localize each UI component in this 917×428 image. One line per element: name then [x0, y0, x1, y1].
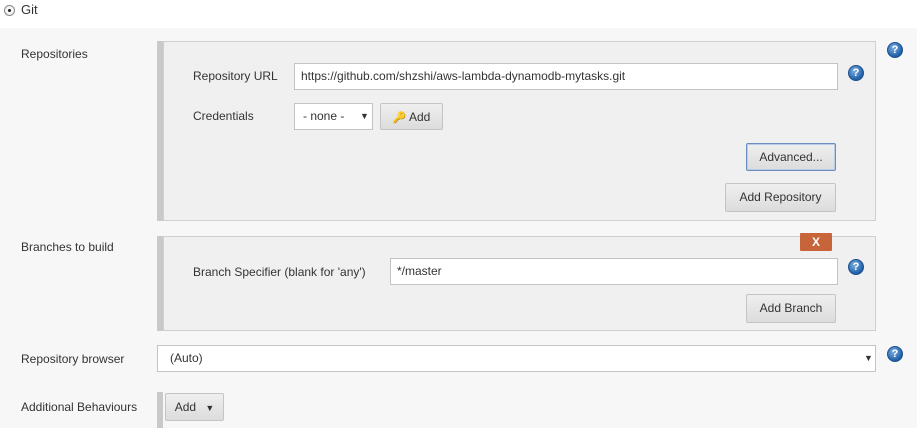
add-branch-button[interactable]: Add Branch: [746, 294, 836, 323]
delete-branch-button[interactable]: X: [800, 233, 832, 251]
branch-specifier-input[interactable]: */master: [390, 258, 838, 285]
key-icon: 🔑: [392, 112, 407, 124]
repository-url-help-icon[interactable]: ?: [848, 65, 864, 81]
add-credentials-button[interactable]: 🔑 Add: [380, 103, 443, 130]
branch-specifier-label: Branch Specifier (blank for 'any'): [193, 265, 366, 279]
additional-behaviours-label: Additional Behaviours: [21, 400, 138, 414]
chevron-down-icon: ▼: [205, 403, 215, 413]
repositories-help-icon[interactable]: ?: [887, 42, 903, 58]
repository-browser-select[interactable]: (Auto) ▼: [157, 345, 876, 372]
repository-url-label: Repository URL: [193, 69, 278, 83]
repository-browser-label: Repository browser: [21, 352, 125, 366]
branches-to-build-label: Branches to build: [21, 240, 114, 254]
branch-specifier-help-icon[interactable]: ?: [848, 259, 864, 275]
chevron-down-icon: ▼: [864, 353, 873, 363]
add-repository-button[interactable]: Add Repository: [725, 183, 836, 212]
add-credentials-label: Add: [409, 110, 431, 124]
repository-url-input[interactable]: https://github.com/shzshi/aws-lambda-dyn…: [294, 63, 838, 90]
scm-git-radio[interactable]: [4, 5, 15, 16]
add-behaviour-button[interactable]: Add ▼: [165, 393, 224, 421]
repositories-label: Repositories: [21, 47, 88, 61]
credentials-select[interactable]: - none - ▼: [294, 103, 373, 130]
scm-option-row: [0, 0, 917, 28]
chevron-down-icon: ▼: [360, 111, 369, 121]
radio-selected-dot: [8, 9, 11, 12]
add-behaviour-label: Add: [174, 400, 197, 414]
credentials-label: Credentials: [193, 109, 254, 123]
repository-browser-selected-value: (Auto): [170, 351, 203, 365]
additional-behaviours-bar: [157, 392, 163, 428]
scm-git-label: Git: [21, 2, 38, 17]
credentials-selected-value: - none -: [303, 109, 345, 123]
repository-browser-help-icon[interactable]: ?: [887, 346, 903, 362]
advanced-button[interactable]: Advanced...: [746, 143, 836, 171]
